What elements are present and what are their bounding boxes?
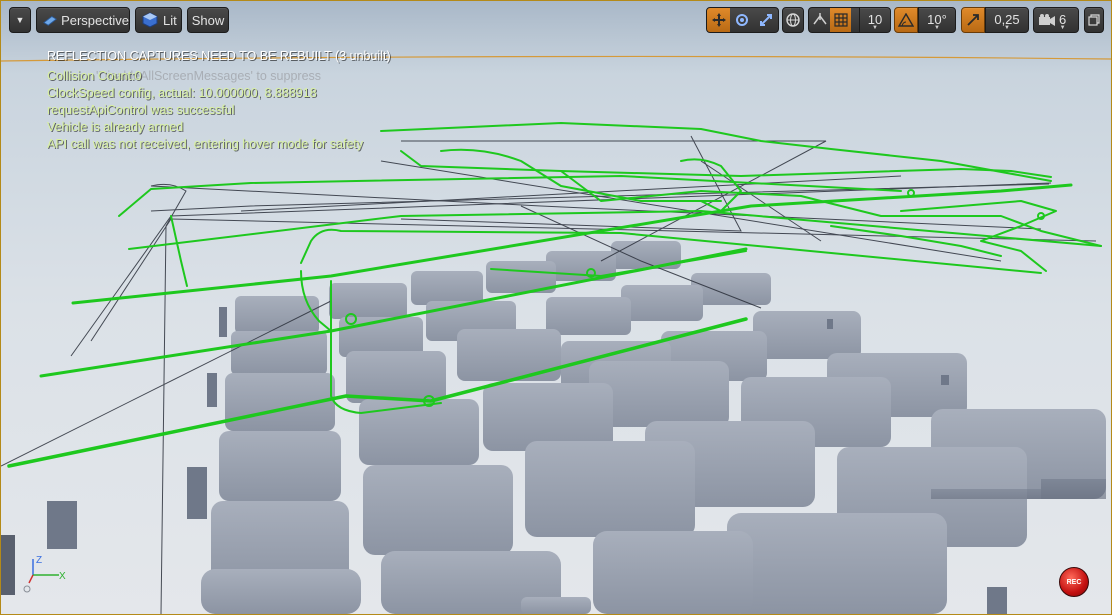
maximize-viewport-button[interactable] — [1084, 7, 1104, 33]
camera-speed-dropdown[interactable]: 6 ▼ — [1033, 7, 1079, 33]
viewport-options-dropdown[interactable]: ▼ — [9, 7, 31, 33]
collision-count-message: Collision Count:0 — [47, 69, 142, 83]
chevron-down-icon: ▼ — [934, 24, 940, 31]
grid-snap-group — [808, 7, 864, 33]
perspective-label: Perspective — [61, 12, 129, 28]
move-arrows-icon — [711, 13, 726, 27]
chevron-down-icon: ▼ — [15, 15, 25, 25]
clockspeed-message: ClockSpeed config, actual: 10.000000, 8.… — [47, 86, 317, 100]
record-button[interactable]: REC — [1059, 567, 1089, 597]
chevron-down-icon: ▼ — [872, 24, 878, 31]
lit-sphere-icon — [142, 12, 158, 28]
rotate-tool-button[interactable] — [730, 8, 753, 32]
transform-tools — [706, 7, 779, 33]
lit-label: Lit — [163, 12, 177, 28]
scale-snap-toggle[interactable] — [961, 7, 985, 33]
rotate-icon — [736, 14, 749, 26]
lit-button[interactable]: Lit — [135, 7, 182, 33]
scale-tool-button[interactable] — [754, 8, 778, 32]
armed-message: Vehicle is already armed — [47, 120, 184, 134]
scale-snap-dropdown[interactable]: 0,25 ▼ — [985, 7, 1029, 33]
surface-snap-button[interactable] — [809, 8, 830, 32]
perspective-button[interactable]: Perspective — [36, 7, 130, 33]
rotation-snap-toggle[interactable] — [894, 7, 918, 33]
grid-icon — [834, 13, 848, 27]
hover-mode-message: API call was not received, entering hove… — [47, 137, 364, 151]
scale-icon — [759, 14, 772, 26]
axis-gizmo: Z X — [23, 555, 66, 593]
axis-z-label: Z — [36, 555, 42, 566]
show-label: Show — [191, 12, 225, 28]
rotation-snap-icon — [898, 13, 914, 27]
viewport[interactable]: ▼ Perspective Lit Show 10 ▼ 10° ▼ 0,25 ▼… — [0, 0, 1112, 615]
grid-snap-toggle[interactable] — [830, 8, 852, 32]
scale-snap-icon — [967, 14, 979, 26]
restore-window-icon — [1088, 14, 1100, 26]
show-button[interactable]: Show — [187, 7, 229, 33]
rotation-snap-dropdown[interactable]: 10° ▼ — [918, 7, 956, 33]
axis-x-label: X — [59, 571, 66, 582]
rebuild-warning-message: REFLECTION CAPTURES NEED TO BE REBUILT (… — [47, 49, 391, 63]
chevron-down-icon: ▼ — [1004, 24, 1010, 31]
record-label: REC — [1066, 578, 1082, 586]
chevron-down-icon: ▼ — [1059, 24, 1066, 31]
globe-icon — [786, 13, 800, 27]
api-control-message: requestApiControl was successful — [47, 103, 235, 117]
grid-snap-dropdown[interactable]: 10 ▼ — [859, 7, 891, 33]
camera-icon — [1039, 14, 1055, 26]
surface-snap-icon — [813, 13, 827, 25]
perspective-view-icon — [43, 15, 57, 26]
world-local-toggle[interactable] — [782, 7, 804, 33]
translate-tool-button[interactable] — [707, 8, 731, 32]
